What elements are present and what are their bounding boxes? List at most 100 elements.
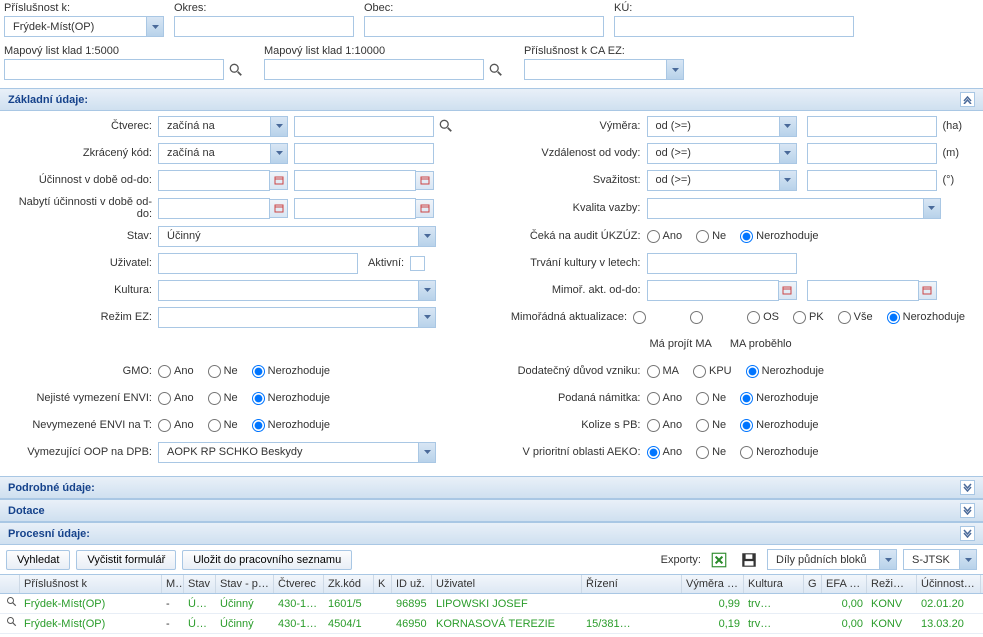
calendar-icon[interactable] bbox=[270, 199, 288, 218]
svazitost-op-combo[interactable]: od (>=) bbox=[647, 170, 797, 191]
vymezujici-label: Vymezující OOP na DPB: bbox=[8, 446, 158, 458]
mimorakt-od-input[interactable] bbox=[647, 280, 779, 301]
mapklad10-input[interactable] bbox=[264, 59, 484, 80]
okres-input[interactable] bbox=[174, 16, 354, 37]
vzdalenost-op-combo[interactable]: od (>=) bbox=[647, 143, 797, 164]
obec-input[interactable] bbox=[364, 16, 604, 37]
vzdalenost-input[interactable] bbox=[807, 143, 937, 164]
prislusnost-combo[interactable]: Frýdek-Míst(OP) bbox=[4, 16, 164, 37]
calendar-icon[interactable] bbox=[270, 171, 288, 190]
caez-combo[interactable] bbox=[524, 59, 684, 80]
chevron-down-icon[interactable] bbox=[666, 60, 683, 79]
panel-dotace-header[interactable]: Dotace bbox=[0, 499, 983, 522]
chevron-down-icon[interactable] bbox=[418, 227, 435, 246]
zkraceny-label: Zkrácený kód: bbox=[8, 147, 158, 159]
vymera-input[interactable] bbox=[807, 116, 937, 137]
mimorakt-do-input[interactable] bbox=[807, 280, 919, 301]
chevron-down-icon[interactable] bbox=[960, 526, 975, 541]
chevron-down-icon[interactable] bbox=[879, 550, 896, 569]
obec-label: Obec: bbox=[364, 2, 604, 14]
panel-podrobne-header[interactable]: Podrobné údaje: bbox=[0, 476, 983, 499]
ucinnost-od-input[interactable] bbox=[158, 170, 270, 191]
search-icon[interactable] bbox=[488, 62, 504, 78]
ucinnost-do-input[interactable] bbox=[294, 170, 416, 191]
aktivni-label: Aktivní: bbox=[368, 257, 404, 269]
chevron-down-icon[interactable] bbox=[418, 281, 435, 300]
chevron-down-icon[interactable] bbox=[270, 117, 287, 136]
mapklad5-label: Mapový list klad 1:5000 bbox=[4, 45, 254, 57]
chevron-down-icon[interactable] bbox=[959, 550, 976, 569]
gmo-radio-group: Ano Ne Nerozhoduje bbox=[158, 365, 340, 378]
trvani-input[interactable] bbox=[647, 253, 797, 274]
chevron-down-icon[interactable] bbox=[779, 117, 796, 136]
calendar-icon[interactable] bbox=[416, 199, 434, 218]
calendar-icon[interactable] bbox=[919, 281, 937, 300]
stav-combo[interactable]: Účinný bbox=[158, 226, 436, 247]
vycistit-button[interactable]: Vyčistit formulář bbox=[76, 550, 176, 570]
aktivni-checkbox[interactable] bbox=[410, 256, 425, 271]
kultura-label: Kultura: bbox=[8, 284, 158, 296]
ku-label: KÚ: bbox=[614, 2, 854, 14]
mimorakt2-radio-group: OS PK Vše Nerozhoduje bbox=[633, 311, 975, 324]
chevron-down-icon[interactable] bbox=[146, 17, 163, 36]
vymera-op-combo[interactable]: od (>=) bbox=[647, 116, 797, 137]
svazitost-label: Svažitost: bbox=[492, 174, 647, 186]
ucinnost-label: Účinnost v době od-do: bbox=[8, 174, 158, 186]
prislusnost-label: Příslušnost k: bbox=[4, 2, 164, 14]
mimorakt-label: Mimoř. akt. od-do: bbox=[492, 284, 647, 296]
kvalita-combo[interactable] bbox=[647, 198, 941, 219]
dily-combo[interactable]: Díly půdních bloků bbox=[767, 549, 897, 570]
vymezujici-combo[interactable]: AOPK RP SCHKO Beskydy bbox=[158, 442, 436, 463]
chevron-down-icon[interactable] bbox=[960, 503, 975, 518]
panel-zakladni-header[interactable]: Základní údaje: bbox=[0, 88, 983, 111]
ku-input[interactable] bbox=[614, 16, 854, 37]
ulozit-button[interactable]: Uložit do pracovního seznamu bbox=[182, 550, 352, 570]
chevron-down-icon[interactable] bbox=[418, 308, 435, 327]
nevymezene-radio-group: Ano Ne Nerozhoduje bbox=[158, 419, 340, 432]
vzdalenost-label: Vzdálenost od vody: bbox=[492, 147, 647, 159]
nabyti-do-input[interactable] bbox=[294, 198, 416, 219]
chevron-down-icon[interactable] bbox=[418, 443, 435, 462]
vyhledat-button[interactable]: Vyhledat bbox=[6, 550, 70, 570]
chevron-down-icon[interactable] bbox=[270, 144, 287, 163]
sjtsk-combo[interactable]: S-JTSK bbox=[903, 549, 977, 570]
kultura-combo[interactable] bbox=[158, 280, 436, 301]
excel-icon[interactable] bbox=[710, 551, 728, 569]
panel-procesni-header[interactable]: Procesní údaje: bbox=[0, 522, 983, 545]
ctverec-op-combo[interactable]: začíná na bbox=[158, 116, 288, 137]
rezimez-combo[interactable] bbox=[158, 307, 436, 328]
mapklad5-input[interactable] bbox=[4, 59, 224, 80]
ctverec-input[interactable] bbox=[294, 116, 434, 137]
save-icon[interactable] bbox=[740, 551, 758, 569]
maprobehlo-label: MA proběhlo bbox=[730, 338, 792, 350]
calendar-icon[interactable] bbox=[779, 281, 797, 300]
nabyti-label: Nabytí účinnosti v době od-do: bbox=[8, 196, 158, 220]
kolize-radio-group: Ano Ne Nerozhoduje bbox=[647, 419, 829, 432]
search-icon[interactable] bbox=[4, 596, 20, 608]
nevymezene-label: Nevymezené ENVI na T: bbox=[8, 419, 158, 431]
search-icon[interactable] bbox=[438, 118, 454, 134]
search-icon[interactable] bbox=[228, 62, 244, 78]
dodatecny-label: Dodatečný důvod vzniku: bbox=[492, 365, 647, 377]
nejiste-radio-group: Ano Ne Nerozhoduje bbox=[158, 392, 340, 405]
chevron-down-icon[interactable] bbox=[779, 171, 796, 190]
table-row[interactable]: Frýdek-Míst(OP)-Úči…Účinný430-1…1601/596… bbox=[0, 594, 983, 614]
search-icon[interactable] bbox=[4, 616, 20, 628]
mapklad10-label: Mapový list klad 1:10000 bbox=[264, 45, 514, 57]
zkraceny-op-combo[interactable]: začíná na bbox=[158, 143, 288, 164]
uzivatel-input[interactable] bbox=[158, 253, 358, 274]
kolize-label: Kolize s PB: bbox=[492, 419, 647, 431]
rezimez-label: Režim EZ: bbox=[8, 311, 158, 323]
calendar-icon[interactable] bbox=[416, 171, 434, 190]
table-row[interactable]: Frýdek-Míst(OP)-Úči…Účinný430-1…4504/146… bbox=[0, 614, 983, 634]
vprioritni-label: V prioritní oblasti AEKO: bbox=[492, 446, 647, 458]
nabyti-od-input[interactable] bbox=[158, 198, 270, 219]
chevron-down-icon[interactable] bbox=[779, 144, 796, 163]
chevron-up-icon[interactable] bbox=[960, 92, 975, 107]
ctverec-label: Čtverec: bbox=[8, 120, 158, 132]
nejiste-label: Nejisté vymezení ENVI: bbox=[8, 392, 158, 404]
svazitost-input[interactable] bbox=[807, 170, 937, 191]
zkraceny-input[interactable] bbox=[294, 143, 434, 164]
chevron-down-icon[interactable] bbox=[923, 199, 940, 218]
chevron-down-icon[interactable] bbox=[960, 480, 975, 495]
